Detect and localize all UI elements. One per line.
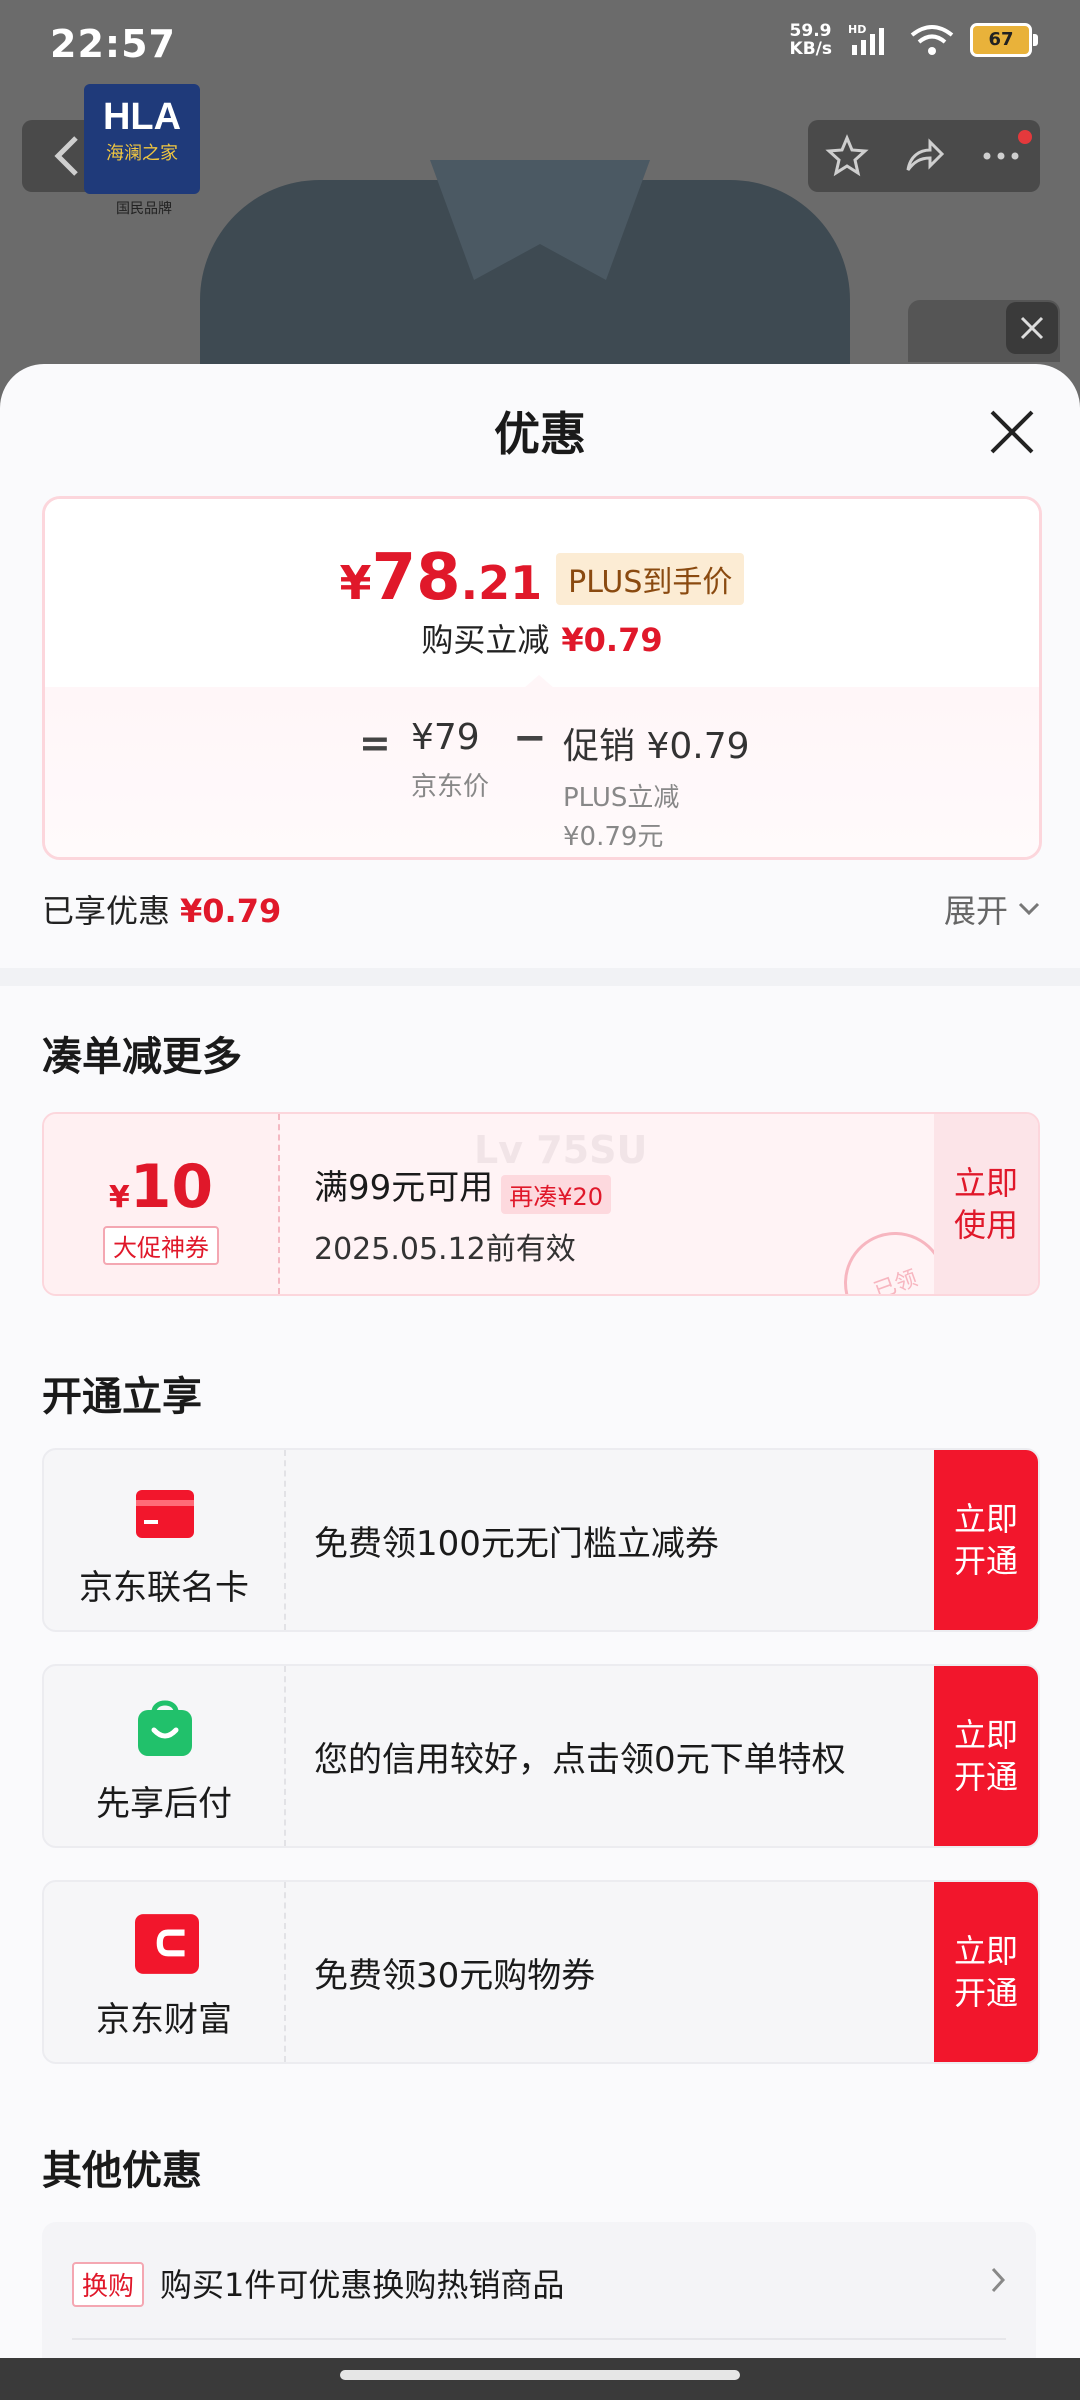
close-icon [1020,316,1044,340]
price-summary-card: ¥78.21 PLUS到手价 购买立减 ¥0.79 = ¥79 京东价 − 促销 … [42,496,1042,860]
open-now-button[interactable]: 立即开通 [934,1450,1038,1630]
promo-left-block: 京东财富 [44,1882,286,2062]
row-divider [72,2338,1006,2340]
card-notch [523,675,555,689]
status-time: 22:57 [50,22,176,66]
coupon-currency: ¥ [108,1180,130,1215]
product-page-background: HLA 海澜之家 国民品牌 22:57 59.9 KB/s HD 67 [0,0,1080,420]
share-icon[interactable] [902,134,946,178]
open-now-button[interactable]: 立即开通 [934,1882,1038,2062]
instant-reduce-value: ¥0.79 [561,621,663,659]
promo-left-block: 先享后付 [44,1666,286,1846]
use-coupon-button[interactable]: 立即使用 [934,1114,1038,1294]
final-price: ¥78.21 PLUS到手价 [45,541,1039,615]
chevron-right-icon [991,2267,1006,2293]
promo-name: 京东财富 [96,2000,232,2040]
coupon-details: 满99元可用 再凑¥20 2025.05.12前有效 [314,1160,612,1268]
chevron-left-icon [54,136,78,176]
jd-price-value: ¥79 [411,717,480,758]
price-decimal: .21 [460,556,543,610]
promo-left-block: 京东联名卡 [44,1450,286,1630]
close-icon[interactable] [984,404,1040,460]
discount-sheet: 优惠 ¥78.21 PLUS到手价 购买立减 ¥0.79 = ¥79 京东价 − … [0,364,1080,2358]
expand-label: 展开 [943,892,1008,930]
section-title-more: 凑单减更多 [42,1034,242,1080]
expand-button[interactable]: 展开 [944,886,1040,932]
promo-row-pay-later[interactable]: 先享后付 您的信用较好，点击领0元下单特权 立即开通 [42,1664,1040,1848]
sheet-title: 优惠 [494,407,586,461]
red-card-icon [136,1490,194,1538]
promo-name: 京东联名卡 [79,1568,249,1608]
promo-discount-sub2: ¥0.79元 [563,822,664,852]
open-now-label: 立即开通 [953,1500,1018,1580]
calc-equals: = [359,721,391,765]
status-bar: 22:57 59.9 KB/s HD 67 [0,0,1080,90]
enjoyed-label: 已享优惠 [42,892,171,930]
enjoyed-discount: 已享优惠 ¥0.79 [42,886,281,932]
promo-discount-sub1: PLUS立减 [563,783,680,813]
open-now-label: 立即开通 [953,1716,1018,1796]
coupon-amount: ¥10 [44,1152,278,1222]
coupon-type-tag: 大促神券 [103,1226,219,1265]
floating-close-button[interactable] [1006,302,1058,354]
use-coupon-label: 立即使用 [953,1164,1018,1244]
wifi-icon [910,25,954,55]
instant-reduce: 购买立减 ¥0.79 [45,615,1039,661]
coupon-value: 10 [129,1152,214,1222]
coupon-extra-tag: 再凑¥20 [501,1175,612,1214]
coupon-amount-block: ¥10 大促神券 [44,1114,280,1294]
system-nav-bar [0,2358,1080,2400]
jd-price: ¥79 京东价 [411,717,489,803]
brand-logo-caption: 国民品牌 [116,201,172,217]
plus-price-tag: PLUS到手价 [556,553,745,605]
open-now-button[interactable]: 立即开通 [934,1666,1038,1846]
section-divider [0,968,1080,986]
section-title-other: 其他优惠 [42,2148,202,2194]
exchange-offer-text: 购买1件可优惠换购热销商品 [160,2266,565,2304]
top-actions-bar [808,120,1040,192]
net-speed-unit: KB/s [789,39,832,59]
net-speed: 59.9 KB/s [790,22,832,58]
signal-icon: HD [848,23,884,55]
calc-minus: − [513,715,547,761]
exchange-offer-row[interactable]: 换购 购买1件可优惠换购热销商品 [42,2222,1036,2358]
promo-discount-value: 促销 ¥0.79 [563,726,750,767]
promo-row-jd-card[interactable]: 京东联名卡 免费领100元无门槛立减券 立即开通 [42,1448,1040,1632]
home-indicator[interactable] [340,2370,740,2380]
star-icon[interactable] [825,134,869,178]
section-title-open: 开通立享 [42,1374,202,1420]
promo-description: 免费领100元无门槛立减券 [314,1523,719,1564]
price-integer: 78 [371,541,461,615]
promo-description: 您的信用较好，点击领0元下单特权 [314,1739,846,1780]
brand-logo-text: HLA [102,96,182,138]
net-speed-value: 59.9 [789,21,832,41]
hd-label: HD [848,23,866,36]
wealth-wallet-icon [135,1914,199,1974]
promo-description: 免费领30元购物券 [314,1955,596,1996]
coupon-card[interactable]: Lv 75SU ¥10 大促神券 满99元可用 再凑¥20 2025.05.12前… [42,1112,1040,1296]
promo-row-jd-wealth[interactable]: 京东财富 免费领30元购物券 立即开通 [42,1880,1040,2064]
instant-reduce-label: 购买立减 [421,621,550,659]
enjoyed-value: ¥0.79 [180,892,282,930]
coupon-condition: 满99元可用 [314,1168,494,1208]
price-currency: ¥ [339,556,372,610]
brand-logo-sub: 海澜之家 [106,143,178,164]
promo-discount: 促销 ¥0.79 PLUS立减 ¥0.79元 [563,717,750,853]
exchange-tag: 换购 [72,2262,145,2307]
battery-indicator: 67 [970,23,1038,57]
brand-logo: HLA 海澜之家 国民品牌 [84,84,204,224]
jd-price-label: 京东价 [411,772,490,802]
chevron-down-icon [1018,902,1040,916]
open-now-label: 立即开通 [953,1932,1018,2012]
green-bag-icon [138,1700,192,1756]
notification-dot [1016,128,1034,146]
coupon-validity: 2025.05.12前有效 [314,1232,576,1267]
promo-name: 先享后付 [96,1784,232,1824]
